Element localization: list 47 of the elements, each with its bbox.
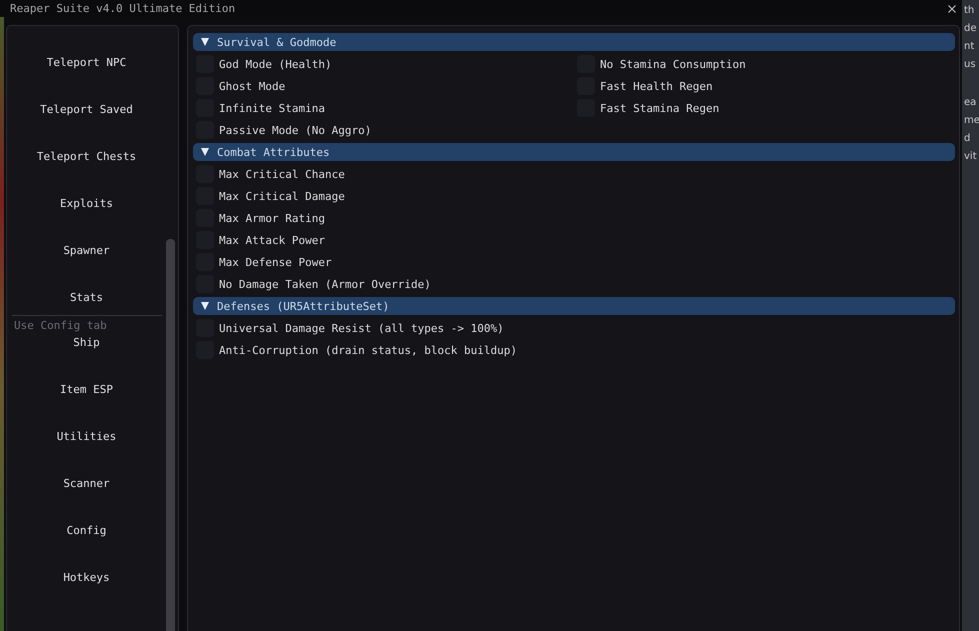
background-text: ea — [963, 96, 978, 110]
sidebar-item[interactable]: Spawner — [12, 244, 162, 291]
sidebar-item[interactable]: Config — [12, 524, 162, 571]
hint-text: Use Config tab — [14, 318, 107, 334]
sidebar-item[interactable]: Exploits — [12, 197, 162, 244]
section-title: Defenses (UR5AttributeSet) — [217, 300, 390, 312]
checkbox-label: Fast Stamina Regen — [600, 102, 720, 114]
section-header[interactable]: Combat Attributes — [193, 143, 955, 161]
expand-arrow-icon — [201, 148, 209, 156]
checkbox-label: Universal Damage Resist (all types -> 100%) — [219, 322, 504, 334]
sidebar-item[interactable]: Scanner — [12, 477, 162, 524]
sidebar-item[interactable]: Hotkeys — [12, 571, 162, 618]
checkbox-label: Max Armor Rating — [219, 212, 325, 224]
sidebar-item[interactable]: Utilities — [12, 430, 162, 477]
section-title: Combat Attributes — [217, 146, 330, 158]
expand-arrow-icon — [201, 38, 209, 46]
scrollbar-thumb[interactable] — [166, 239, 175, 631]
sidebar-item[interactable]: Item ESP — [12, 383, 162, 430]
section-header[interactable]: Survival & Godmode — [193, 33, 955, 51]
section-title: Survival & Godmode — [217, 36, 336, 48]
checkbox-label: Max Attack Power — [219, 234, 325, 246]
background-text: nt — [963, 40, 976, 54]
checkbox-label: No Stamina Consumption — [600, 58, 746, 70]
sidebar-item[interactable]: Ship — [12, 336, 162, 383]
checkbox-label: God Mode (Health) — [219, 58, 332, 70]
sidebar-item[interactable]: Teleport Saved — [12, 103, 162, 150]
background-text: de — [963, 22, 978, 36]
close-icon[interactable] — [948, 4, 956, 12]
checkbox-label: Ghost Mode — [219, 80, 286, 92]
checkbox-label: No Damage Taken (Armor Override) — [219, 278, 431, 290]
checkbox-label: Max Critical Chance — [219, 168, 345, 180]
checkbox-label: Max Critical Damage — [219, 190, 345, 202]
background-text: th — [963, 4, 976, 18]
sidebar-item[interactable]: Teleport NPC — [12, 56, 162, 103]
background-text: vit — [963, 150, 978, 164]
background-text: me — [963, 114, 979, 128]
checkbox-label: Max Defense Power — [219, 256, 332, 268]
background-text: us — [963, 58, 977, 72]
sidebar-item[interactable]: Teleport Chests — [12, 150, 162, 197]
checkbox-label: Passive Mode (No Aggro) — [219, 124, 372, 136]
checkbox-label: Fast Health Regen — [600, 80, 713, 92]
window-title: Reaper Suite v4.0 Ultimate Edition — [10, 2, 236, 15]
checkbox-label: Infinite Stamina — [219, 102, 325, 114]
background-text: d — [963, 132, 972, 146]
checkbox-label: Anti-Corruption (drain status, block buildup) — [219, 344, 518, 356]
section-header[interactable]: Defenses (UR5AttributeSet) — [193, 297, 955, 315]
expand-arrow-icon — [201, 302, 209, 310]
